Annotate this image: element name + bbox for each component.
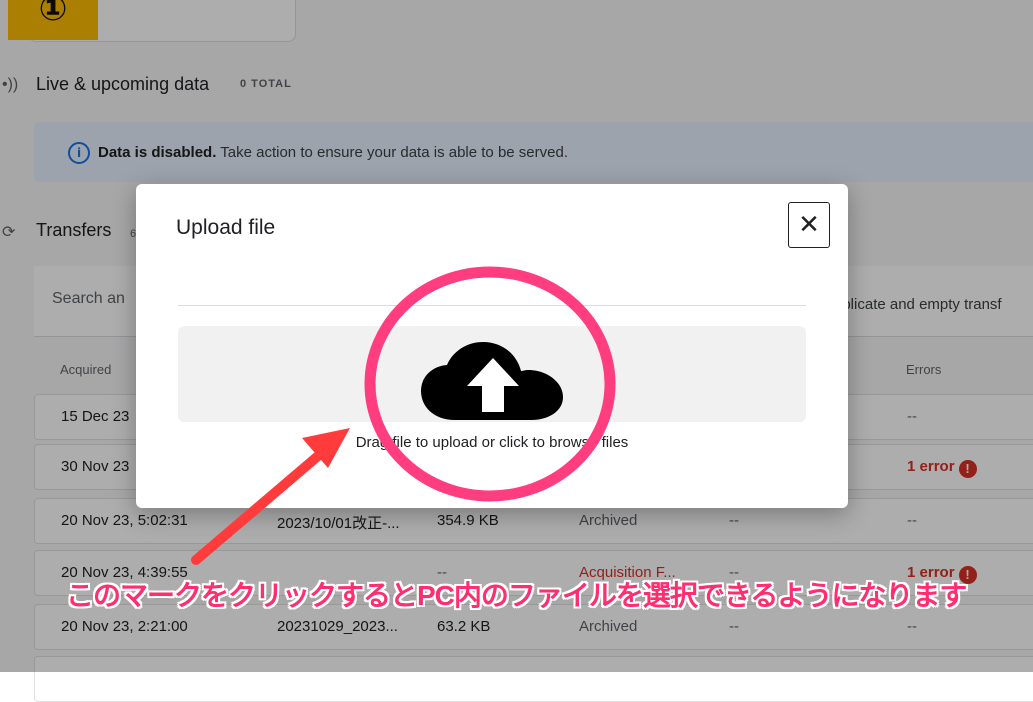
close-button[interactable]: ✕ [788, 202, 830, 248]
dialog-title: Upload file [176, 216, 276, 239]
upload-file-dialog: Upload file ✕ Drag file to upload or cli… [136, 184, 848, 508]
dialog-divider [178, 305, 806, 306]
annotation-caption: このマークをクリックするとPC内のファイルを選択できるようになります [66, 580, 967, 611]
dropzone-text[interactable]: Drag file to upload or click to browse f… [136, 434, 848, 451]
cloud-upload-icon[interactable] [421, 342, 565, 422]
